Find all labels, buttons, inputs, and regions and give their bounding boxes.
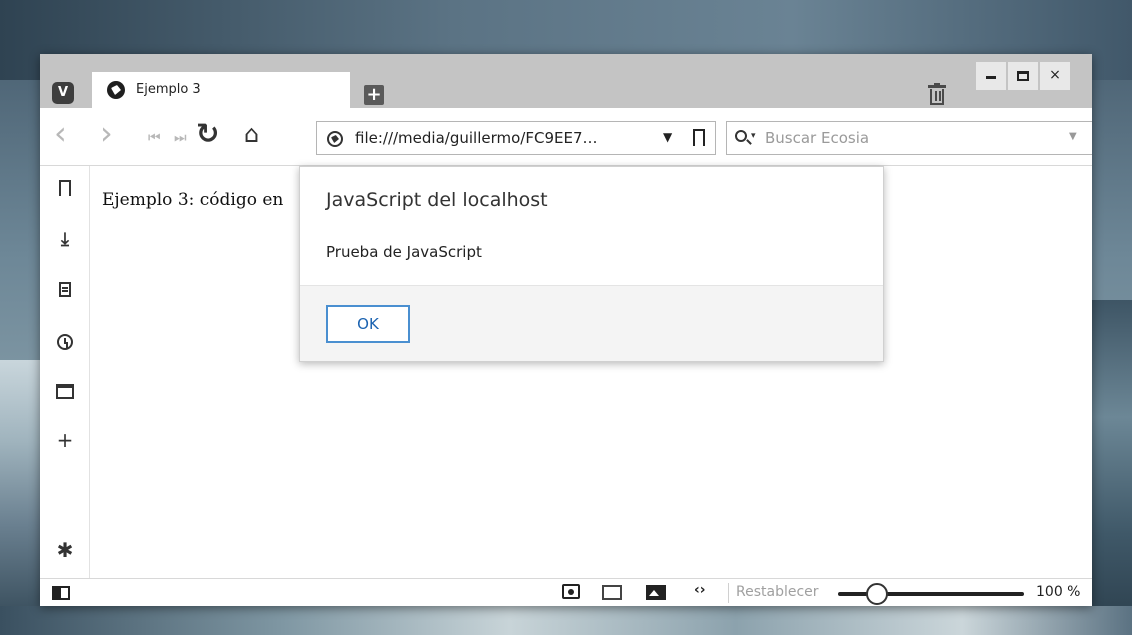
- minimize-button[interactable]: [976, 62, 1006, 90]
- maximize-icon: [1017, 71, 1029, 81]
- tab-title: Ejemplo 3: [136, 82, 201, 97]
- window-panel-icon[interactable]: [55, 382, 75, 402]
- maximize-button[interactable]: [1008, 62, 1038, 90]
- toggle-panel-icon[interactable]: [52, 586, 70, 600]
- minimize-icon: [986, 76, 996, 79]
- history-panel-icon[interactable]: [55, 332, 75, 352]
- rewind-button[interactable]: ⏮: [148, 124, 161, 152]
- new-tab-button[interactable]: +: [364, 85, 384, 105]
- desktop-background-ice-left: [0, 360, 40, 635]
- zoom-slider-thumb[interactable]: [866, 583, 888, 605]
- desktop-background-ice-right: [1090, 300, 1132, 635]
- site-info-icon[interactable]: [327, 131, 343, 147]
- address-field[interactable]: file:///media/guillermo/FC9EE7… ▼: [316, 121, 716, 155]
- settings-icon[interactable]: ✱: [55, 540, 75, 560]
- search-icon[interactable]: [735, 130, 747, 142]
- search-dropdown-icon[interactable]: ▼: [1069, 131, 1077, 142]
- side-panel: ⤓ + ✱: [40, 166, 90, 578]
- search-input[interactable]: [765, 128, 1065, 148]
- downloads-panel-icon[interactable]: ⤓: [55, 230, 75, 250]
- page-heading-text: Ejemplo 3: código en: [102, 190, 284, 210]
- bookmark-page-icon[interactable]: [693, 129, 705, 148]
- images-toggle-icon[interactable]: [646, 585, 666, 600]
- capture-page-icon[interactable]: [562, 584, 580, 599]
- search-engine-caret-icon[interactable]: ▾: [751, 131, 756, 141]
- browser-window: V Ejemplo 3 + × ‹ › ⏮ ⏭ ↻ ⌂ file:///medi…: [40, 54, 1092, 606]
- fast-forward-button[interactable]: ⏭: [174, 124, 187, 152]
- dialog-title: JavaScript del localhost: [326, 189, 548, 211]
- notes-panel-icon[interactable]: [55, 280, 75, 300]
- desktop-background-ice-bottom: [0, 606, 1132, 635]
- closed-tabs-trash-icon[interactable]: [928, 83, 946, 105]
- globe-icon: [107, 81, 125, 99]
- back-button[interactable]: ‹: [54, 117, 67, 149]
- home-button[interactable]: ⌂: [244, 120, 259, 148]
- bookmarks-panel-icon[interactable]: [55, 180, 75, 200]
- tab-bar: V Ejemplo 3 + ×: [40, 54, 1092, 108]
- page-actions-icon[interactable]: ‹›: [694, 582, 706, 598]
- zoom-reset-button[interactable]: Restablecer: [736, 584, 819, 600]
- forward-button[interactable]: ›: [100, 117, 113, 149]
- close-button[interactable]: ×: [1040, 62, 1070, 90]
- vivaldi-menu-icon[interactable]: V: [52, 82, 74, 104]
- url-text[interactable]: file:///media/guillermo/FC9EE7…: [355, 129, 597, 147]
- add-web-panel-icon[interactable]: +: [55, 430, 75, 450]
- status-bar: ‹› Restablecer 100 %: [40, 578, 1092, 606]
- ok-button[interactable]: OK: [326, 305, 410, 343]
- search-field[interactable]: ▾ ▼: [726, 121, 1092, 155]
- tab-active[interactable]: Ejemplo 3: [92, 72, 350, 108]
- reload-button[interactable]: ↻: [196, 120, 219, 148]
- tiling-icon[interactable]: [602, 585, 622, 600]
- address-toolbar: ‹ › ⏮ ⏭ ↻ ⌂ file:///media/guillermo/FC9E…: [40, 108, 1092, 166]
- url-dropdown-icon[interactable]: ▼: [663, 130, 672, 144]
- javascript-alert-dialog: JavaScript del localhost Prueba de JavaS…: [299, 166, 884, 362]
- status-separator: [728, 583, 729, 603]
- dialog-message: Prueba de JavaScript: [326, 243, 482, 261]
- zoom-level: 100 %: [1036, 584, 1081, 600]
- dialog-footer: OK: [300, 285, 883, 361]
